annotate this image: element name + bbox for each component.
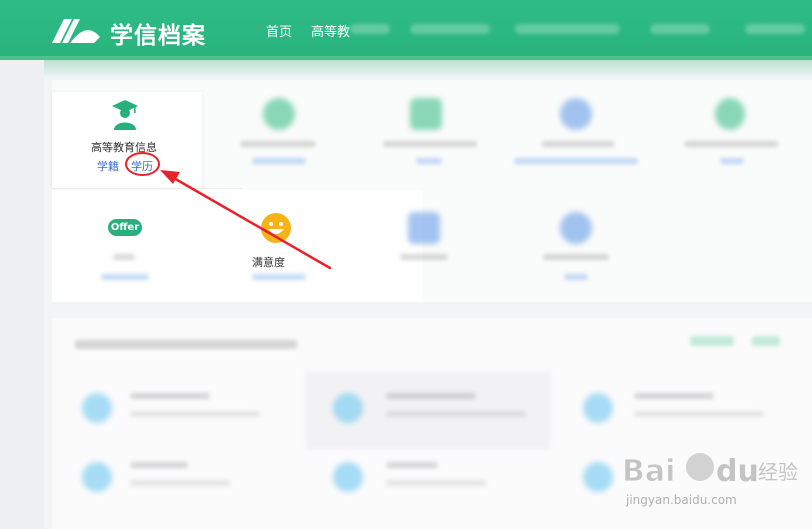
- service-link[interactable]: [720, 158, 744, 164]
- service-link[interactable]: [564, 274, 588, 280]
- record-icon[interactable]: [333, 393, 363, 423]
- record-icon[interactable]: [333, 462, 363, 492]
- service-link[interactable]: [252, 158, 306, 164]
- brand-title[interactable]: 学信档案: [110, 16, 206, 50]
- record-subtitle: [634, 411, 764, 417]
- watermark-url: jingyan.baidu.com: [626, 493, 737, 507]
- record-icon[interactable]: [583, 462, 613, 492]
- service-icon[interactable]: [263, 98, 295, 130]
- record-subtitle: [386, 411, 526, 417]
- service-label: [684, 141, 778, 147]
- annotation-circle: [125, 152, 160, 176]
- row-divider: [52, 188, 242, 189]
- record-icon[interactable]: [82, 393, 112, 423]
- nav-blurred-item[interactable]: [650, 24, 710, 34]
- record-title: [386, 462, 438, 468]
- service-icon[interactable]: [560, 212, 592, 244]
- offer-badge[interactable]: Offer: [108, 219, 142, 236]
- service-label: [113, 254, 135, 260]
- service-label: [400, 254, 448, 260]
- service-link[interactable]: [252, 274, 306, 280]
- service-icon[interactable]: [560, 98, 592, 130]
- section-action[interactable]: [690, 336, 734, 346]
- smile-icon[interactable]: [260, 212, 292, 244]
- svg-text:经验: 经验: [758, 460, 798, 484]
- service-label: [542, 141, 614, 147]
- nav-blurred-item[interactable]: [410, 24, 490, 34]
- svg-text:Bai: Bai: [622, 454, 675, 489]
- svg-text:du: du: [716, 454, 759, 489]
- record-icon[interactable]: [583, 393, 613, 423]
- logo-icon[interactable]: [50, 13, 102, 45]
- nav-home[interactable]: 首页: [266, 21, 292, 40]
- nav-blurred-item[interactable]: [745, 24, 805, 34]
- left-sidebar: [0, 60, 44, 529]
- record-icon[interactable]: [82, 462, 112, 492]
- service-link[interactable]: [101, 274, 149, 280]
- section-action[interactable]: [752, 336, 780, 346]
- service-icon[interactable]: [408, 212, 440, 244]
- service-label: [383, 141, 477, 147]
- service-label: [543, 254, 609, 260]
- nav-blurred-item[interactable]: [515, 24, 620, 34]
- record-subtitle: [386, 480, 486, 486]
- top-header: 学信档案 首页 高等教: [0, 0, 812, 60]
- record-title: [386, 393, 476, 399]
- record-title: [634, 393, 714, 399]
- service-link[interactable]: [514, 158, 638, 164]
- nav-higher-education[interactable]: 高等教: [311, 21, 350, 40]
- section-title: [75, 340, 297, 349]
- nav-blurred-item[interactable]: [350, 24, 390, 34]
- record-subtitle: [130, 480, 230, 486]
- graduate-icon: [112, 100, 138, 130]
- service-icon[interactable]: [410, 98, 442, 130]
- service-link[interactable]: [416, 158, 442, 164]
- service-icon[interactable]: [715, 98, 745, 130]
- student-status-link[interactable]: 学籍: [97, 158, 119, 174]
- service-label: [240, 141, 316, 147]
- services-row-2: [52, 190, 422, 302]
- record-subtitle: [130, 411, 260, 417]
- record-title: [130, 393, 210, 399]
- header-shadow: [0, 56, 812, 78]
- record-title: [130, 462, 188, 468]
- survey-label: 满意度: [252, 256, 285, 269]
